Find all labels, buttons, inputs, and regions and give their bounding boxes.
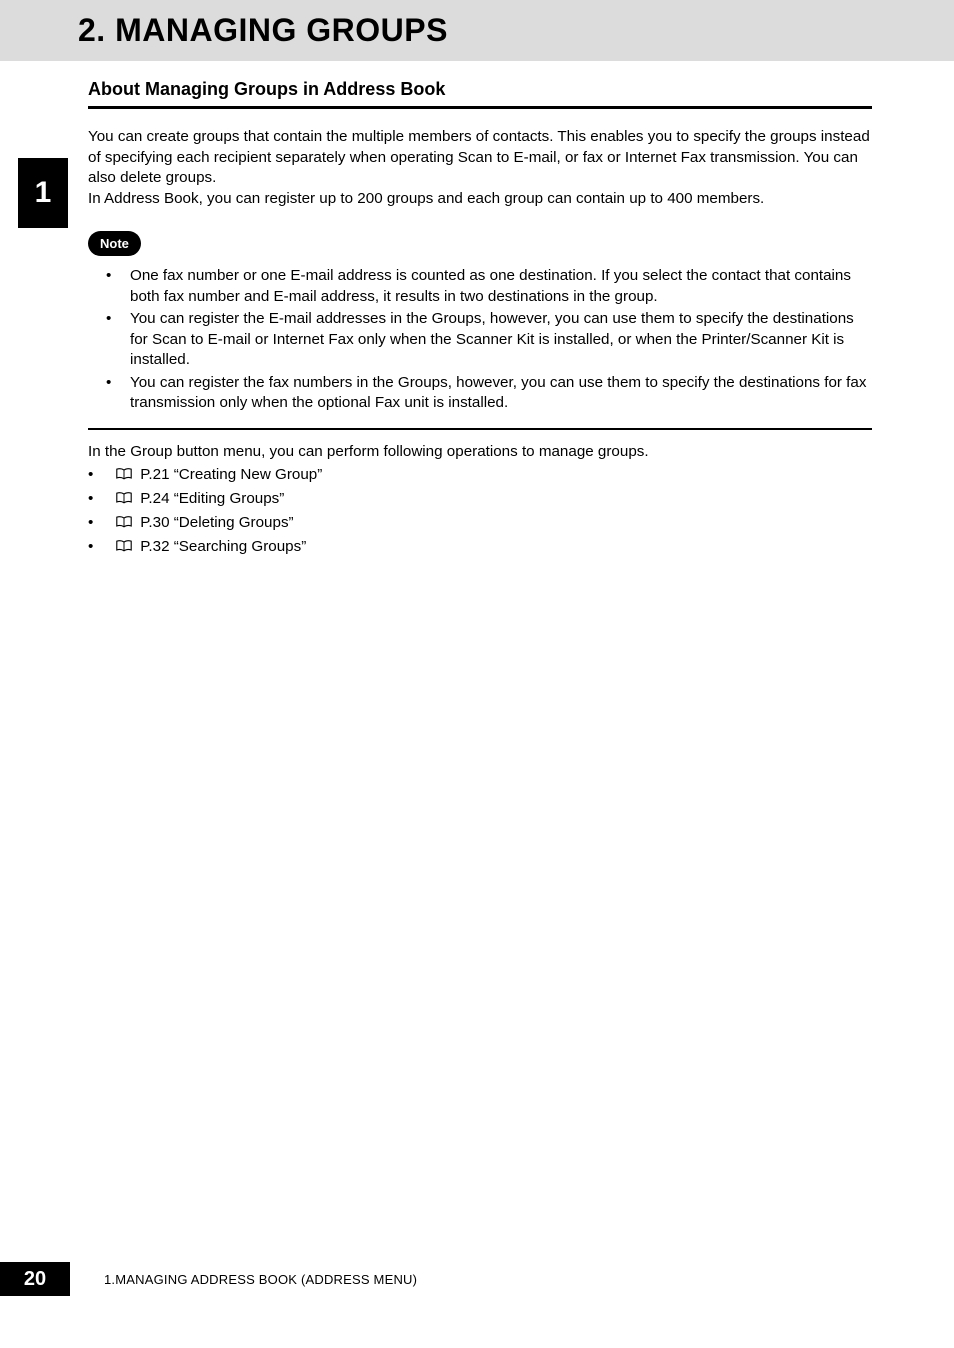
footer-chapter-label: 1.MANAGING ADDRESS BOOK (ADDRESS MENU): [104, 1272, 417, 1287]
content-region: About Managing Groups in Address Book Yo…: [0, 61, 954, 559]
note-item: One fax number or one E-mail address is …: [106, 266, 872, 307]
reference-text: P.21 “Creating New Group”: [140, 466, 322, 483]
reference-item[interactable]: P.21 “Creating New Group”: [88, 464, 872, 488]
reference-list: P.21 “Creating New Group” P.24 “Editing …: [88, 464, 872, 559]
ops-lead: In the Group button menu, you can perfor…: [88, 442, 872, 463]
chapter-tab: 1: [18, 158, 68, 228]
title-band: 2. MANAGING GROUPS: [0, 0, 954, 61]
reference-text: P.32 “Searching Groups”: [140, 538, 306, 555]
page-footer: 20 1.MANAGING ADDRESS BOOK (ADDRESS MENU…: [0, 1262, 417, 1296]
reference-item[interactable]: P.32 “Searching Groups”: [88, 536, 872, 560]
page-title: 2. MANAGING GROUPS: [78, 12, 954, 49]
section-heading: About Managing Groups in Address Book: [88, 79, 872, 109]
intro-paragraph: You can create groups that contain the m…: [88, 127, 872, 209]
page-number: 20: [0, 1262, 70, 1296]
book-icon: [116, 465, 132, 488]
note-list: One fax number or one E-mail address is …: [88, 266, 872, 414]
reference-text: P.24 “Editing Groups”: [140, 490, 284, 507]
reference-item[interactable]: P.30 “Deleting Groups”: [88, 512, 872, 536]
divider: [88, 428, 872, 430]
book-icon: [116, 489, 132, 512]
book-icon: [116, 537, 132, 560]
note-item: You can register the E-mail addresses in…: [106, 309, 872, 371]
note-badge: Note: [88, 231, 141, 256]
reference-item[interactable]: P.24 “Editing Groups”: [88, 488, 872, 512]
reference-text: P.30 “Deleting Groups”: [140, 514, 293, 531]
note-item: You can register the fax numbers in the …: [106, 373, 872, 414]
book-icon: [116, 513, 132, 536]
